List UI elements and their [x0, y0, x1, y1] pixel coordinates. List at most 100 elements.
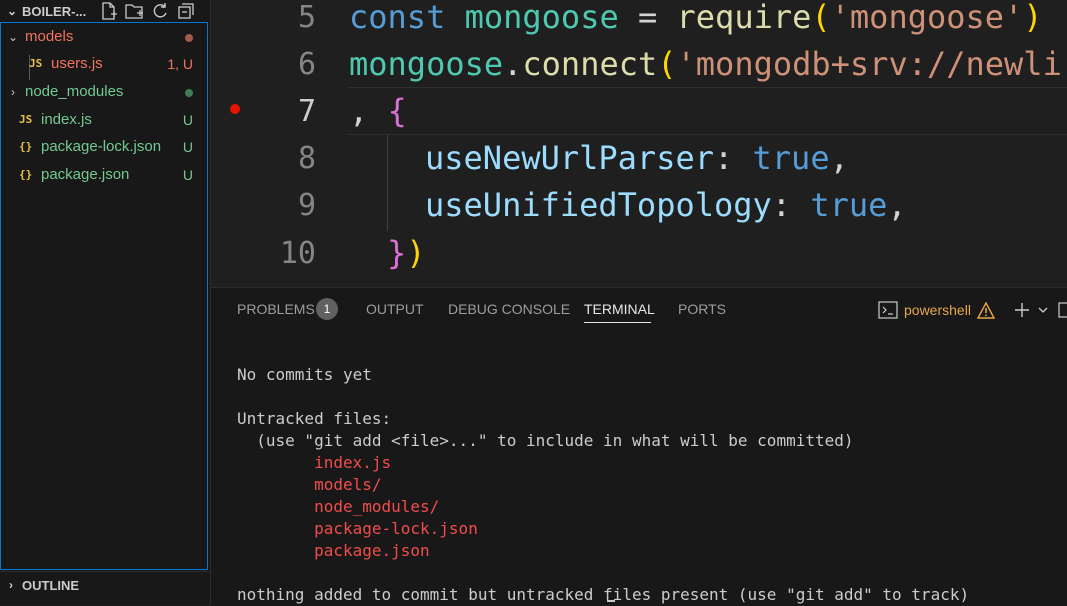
- code-line[interactable]: useUnifiedTopology: true,: [425, 186, 907, 224]
- code-token: useNewUrlParser: [425, 139, 714, 177]
- tree-item-label: package-lock.json: [41, 138, 162, 155]
- json-file-icon: {}: [19, 168, 33, 181]
- git-status-badge: U: [182, 166, 193, 183]
- indent-guide: [387, 135, 388, 231]
- tree-item-label: node_modules: [25, 83, 124, 100]
- outline-section-header[interactable]: › OUTLINE: [0, 571, 210, 598]
- tree-item-label: index.js: [41, 111, 92, 128]
- terminal-line: No commits yet: [237, 365, 372, 384]
- new-folder-icon[interactable]: [124, 1, 144, 21]
- tree-item-label: package.json: [41, 166, 130, 183]
- code-token: mongoose: [464, 0, 619, 36]
- chevron-right-icon[interactable]: ›: [0, 578, 22, 592]
- code-token: =: [618, 0, 677, 36]
- terminal-line: models/: [237, 475, 382, 494]
- code-token: 'mongodb+srv://newli: [676, 45, 1062, 83]
- refresh-icon[interactable]: [150, 1, 170, 21]
- new-terminal-plus-icon[interactable]: [1013, 301, 1031, 319]
- git-status-badge: 1, U: [167, 55, 193, 72]
- code-token: ): [1023, 0, 1043, 36]
- code-line[interactable]: }): [387, 234, 426, 272]
- warning-icon[interactable]: [976, 301, 995, 319]
- code-editor[interactable]: 5 6 7 8 9 10 const mongoose = require('mongoo…: [211, 0, 1067, 287]
- javascript-file-icon: JS: [19, 113, 33, 126]
- terminal-line: node_modules/: [237, 497, 440, 516]
- code-token: ,: [349, 92, 388, 130]
- tree-item-package-json[interactable]: {} package.json U: [1, 161, 207, 188]
- chevron-down-icon[interactable]: ⌄: [2, 4, 22, 18]
- javascript-file-icon: JS: [29, 57, 43, 70]
- code-line[interactable]: , {: [349, 92, 407, 130]
- tree-item-label: models: [25, 28, 74, 45]
- explorer-folder-title[interactable]: BOILER-...: [22, 4, 94, 19]
- tree-item-label: users.js: [51, 55, 103, 72]
- panel-tabs: PROBLEMS 1 OUTPUT DEBUG CONSOLE TERMINAL…: [211, 288, 1067, 332]
- code-token: {: [387, 92, 407, 130]
- code-line[interactable]: useNewUrlParser: true,: [425, 139, 849, 177]
- code-token: require: [676, 0, 812, 36]
- code-token: const: [349, 0, 446, 36]
- code-token: ): [406, 234, 426, 272]
- tab-problems[interactable]: PROBLEMS: [237, 301, 315, 317]
- git-status-badge: U: [182, 111, 193, 128]
- code-token: mongoose: [349, 45, 504, 83]
- tree-item-package-lock-json[interactable]: {} package-lock.json U: [1, 133, 207, 160]
- problems-count-badge: 1: [316, 298, 338, 320]
- split-terminal-icon[interactable]: [1055, 301, 1067, 319]
- tree-item-index-js[interactable]: JS index.js U: [1, 106, 207, 133]
- status-dot: [163, 84, 207, 100]
- file-tree: ⌄ models JS users.js 1, U › node_modules…: [0, 22, 208, 570]
- active-tab-indicator: [584, 322, 651, 323]
- line-number: 9: [297, 188, 316, 223]
- outline-label: OUTLINE: [22, 577, 80, 593]
- code-line[interactable]: mongoose.connect('mongodb+srv://newli: [349, 45, 1062, 83]
- code-token: true: [752, 139, 830, 177]
- chevron-down-icon[interactable]: ⌄: [5, 30, 21, 44]
- git-status-badge: U: [182, 138, 193, 155]
- tree-item-models[interactable]: ⌄ models: [1, 23, 207, 50]
- chevron-down-icon[interactable]: [1037, 305, 1049, 315]
- explorer-sidebar: ⌄ BOILER-... ⌄ models JS users.js 1, U ›…: [0, 0, 211, 605]
- code-token: (: [657, 45, 677, 83]
- line-number: 5: [297, 0, 316, 35]
- terminal-line: package-lock.json: [237, 519, 478, 538]
- terminal-line: package.json: [237, 541, 430, 560]
- tab-output[interactable]: OUTPUT: [366, 301, 424, 317]
- chevron-right-icon[interactable]: ›: [5, 85, 21, 99]
- code-token: true: [810, 186, 888, 224]
- explorer-header[interactable]: ⌄ BOILER-...: [0, 0, 210, 22]
- line-number: 7: [297, 94, 316, 129]
- line-number: 6: [297, 47, 316, 82]
- terminal-line: nothing added to commit but untracked fi…: [237, 585, 970, 604]
- line-number: 8: [297, 141, 316, 176]
- code-token: ,: [887, 186, 907, 224]
- bottom-panel: PROBLEMS 1 OUTPUT DEBUG CONSOLE TERMINAL…: [211, 287, 1067, 606]
- status-dot: [163, 29, 207, 45]
- tab-debug-console[interactable]: DEBUG CONSOLE: [448, 301, 570, 317]
- code-token: 'mongoose': [830, 0, 1024, 36]
- code-token: useUnifiedTopology: [425, 186, 772, 224]
- code-token: }: [387, 234, 407, 272]
- terminal-icon[interactable]: [878, 301, 898, 319]
- tab-ports[interactable]: PORTS: [678, 301, 726, 317]
- code-token: ,: [829, 139, 849, 177]
- terminal-line: (use "git add <file>..." to include in w…: [237, 431, 854, 450]
- terminal-line: Untracked files:: [237, 409, 392, 428]
- tree-item-users-js[interactable]: JS users.js 1, U: [1, 50, 207, 77]
- json-file-icon: {}: [19, 140, 33, 153]
- code-token: (: [811, 0, 831, 36]
- collapse-all-icon[interactable]: [176, 1, 196, 21]
- code-token: :: [771, 186, 811, 224]
- code-token: .: [503, 45, 523, 83]
- code-line[interactable]: const mongoose = require('mongoose'): [349, 0, 1043, 36]
- tab-terminal[interactable]: TERMINAL: [584, 301, 655, 317]
- code-token: :: [713, 139, 753, 177]
- new-file-icon[interactable]: [98, 1, 118, 21]
- line-number: 10: [279, 236, 316, 271]
- tree-item-node-modules[interactable]: › node_modules: [1, 78, 207, 105]
- code-token: connect: [522, 45, 658, 83]
- shell-name-label[interactable]: powershell: [904, 302, 971, 318]
- text-cursor: [607, 600, 615, 602]
- current-line-highlight: [348, 87, 1067, 135]
